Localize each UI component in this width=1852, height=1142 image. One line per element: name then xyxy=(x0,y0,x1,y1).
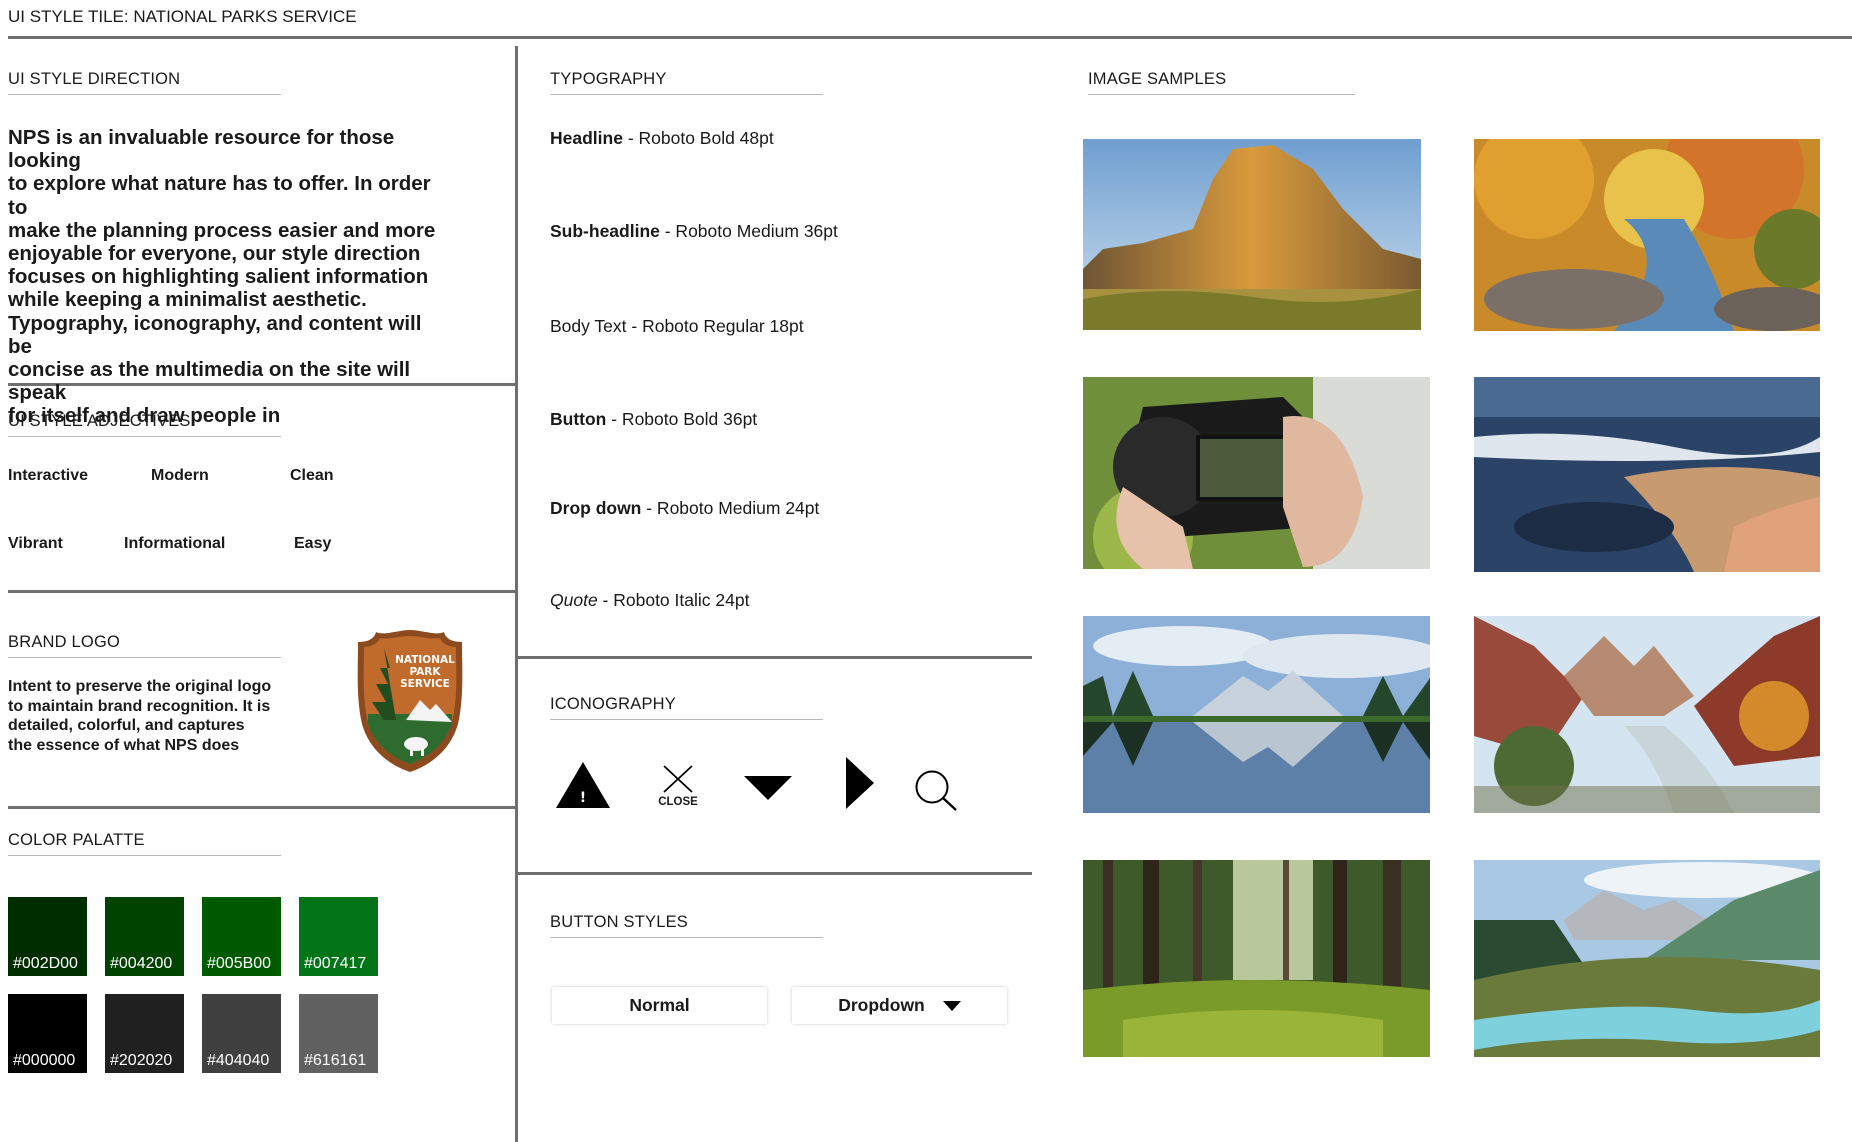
nps-arrowhead-logo: NATIONAL PARK SERVICE xyxy=(354,628,466,774)
direction-line: Typography, iconography, and content wil… xyxy=(8,311,422,358)
color-swatch-label: #000000 xyxy=(13,1052,76,1069)
adjective-vibrant: Vibrant xyxy=(8,535,63,552)
typo-name: Body Text xyxy=(550,316,627,336)
divider-iconography xyxy=(518,872,1032,875)
normal-button[interactable]: Normal xyxy=(552,987,767,1024)
color-swatch: #002D00 xyxy=(8,897,87,976)
typo-quote: Quote - Roboto Italic 24pt xyxy=(550,590,749,611)
image-rock-cliff xyxy=(1083,139,1421,330)
adjectives-heading: UI STYLE ADJECTIVES xyxy=(8,412,281,437)
color-swatch: #005B00 xyxy=(202,897,281,976)
typo-spec: - Roboto Italic 24pt xyxy=(597,590,750,610)
close-icon: CLOSE xyxy=(654,764,702,810)
brand-line: Intent to preserve the original logo xyxy=(8,678,272,695)
brand-heading: BRAND LOGO xyxy=(8,633,281,658)
color-swatch: #000000 xyxy=(8,994,87,1073)
top-divider xyxy=(8,36,1852,39)
image-autumn-stream xyxy=(1474,139,1820,331)
typo-subheadline: Sub-headline - Roboto Medium 36pt xyxy=(550,221,838,242)
brand-text: Intent to preserve the original logo to … xyxy=(8,677,278,755)
color-swatch-label: #007417 xyxy=(304,955,367,972)
direction-line: focuses on highlighting salient informat… xyxy=(8,265,429,289)
images-heading: IMAGE SAMPLES xyxy=(1088,70,1355,95)
dropdown-button[interactable]: Dropdown xyxy=(792,987,1007,1024)
logo-text-line: SERVICE xyxy=(400,678,450,690)
direction-line: NPS is an invaluable resource for those … xyxy=(8,126,395,173)
typo-name: Quote xyxy=(550,590,598,610)
typo-name: Sub-headline xyxy=(550,221,660,241)
vertical-divider-left xyxy=(515,46,518,1142)
typo-button: Button - Roboto Bold 36pt xyxy=(550,409,757,430)
direction-line: make the planning process easier and mor… xyxy=(8,218,436,242)
adjective-modern: Modern xyxy=(151,467,209,484)
brand-line: to maintain brand recognition. It is xyxy=(8,697,271,715)
direction-heading: UI STYLE DIRECTION xyxy=(8,70,281,95)
adjective-clean: Clean xyxy=(290,467,334,484)
typo-name: Button xyxy=(550,409,607,429)
divider-adjectives xyxy=(8,590,516,593)
page-title: UI STYLE TILE: NATIONAL PARKS SERVICE xyxy=(8,7,357,26)
palette-heading: COLOR PALATTE xyxy=(8,831,281,856)
divider-brand xyxy=(8,806,516,809)
typo-body: Body Text - Roboto Regular 18pt xyxy=(550,316,804,337)
dropdown-label: Dropdown xyxy=(838,995,925,1015)
logo-text-line: PARK xyxy=(409,666,441,678)
color-swatch: #007417 xyxy=(299,897,378,976)
adjective-informational: Informational xyxy=(124,535,226,552)
buttons-heading: BUTTON STYLES xyxy=(550,913,823,938)
color-swatch-label: #005B00 xyxy=(207,955,272,972)
direction-line: while keeping a minimalist aesthetic. xyxy=(8,288,367,312)
typo-spec: - Roboto Bold 48pt xyxy=(622,128,774,148)
warning-mark: ! xyxy=(580,790,586,806)
direction-line: enjoyable for everyone, our style direct… xyxy=(8,242,421,266)
color-swatch-label: #202020 xyxy=(110,1052,173,1069)
typo-name: Drop down xyxy=(550,498,642,518)
logo-text-line: NATIONAL xyxy=(395,654,455,666)
direction-line: to explore what nature has to offer. In … xyxy=(8,172,431,219)
typography-heading: TYPOGRAPHY xyxy=(550,70,823,95)
brand-line: detailed, colorful, and captures xyxy=(8,717,245,734)
typo-spec: - Roboto Bold 36pt xyxy=(606,409,758,429)
image-rocky-coast xyxy=(1474,377,1820,572)
warning-icon: ! xyxy=(554,760,612,810)
color-swatch-label: #002D00 xyxy=(13,955,78,972)
color-swatch-label: #404040 xyxy=(207,1052,270,1069)
search-icon xyxy=(912,768,958,812)
image-canyon-river xyxy=(1474,616,1820,813)
color-swatch: #404040 xyxy=(202,994,281,1073)
triangle-down-icon xyxy=(744,774,792,800)
typo-spec: - Roboto Medium 36pt xyxy=(659,221,838,241)
divider-typography xyxy=(518,656,1032,659)
image-forest xyxy=(1083,860,1430,1057)
typo-spec: - Roboto Medium 24pt xyxy=(641,498,820,518)
typo-name: Headline xyxy=(550,128,623,148)
direction-text: NPS is an invaluable resource for those … xyxy=(8,126,448,428)
color-swatch: #202020 xyxy=(105,994,184,1073)
iconography-heading: ICONOGRAPHY xyxy=(550,695,823,720)
color-swatch-label: #616161 xyxy=(304,1052,367,1069)
color-swatch: #616161 xyxy=(299,994,378,1073)
adjective-interactive: Interactive xyxy=(8,467,89,484)
triangle-right-icon xyxy=(844,757,874,809)
image-mountain-lake xyxy=(1083,616,1430,813)
typo-headline: Headline - Roboto Bold 48pt xyxy=(550,128,774,149)
brand-line: the essence of what NPS does xyxy=(8,736,240,754)
typo-dropdown: Drop down - Roboto Medium 24pt xyxy=(550,498,819,519)
close-label: CLOSE xyxy=(658,796,698,808)
adjective-easy: Easy xyxy=(294,535,332,552)
typo-spec: - Roboto Regular 18pt xyxy=(626,316,804,336)
direction-line: concise as the multimedia on the site wi… xyxy=(8,358,411,405)
image-mountain-river xyxy=(1474,860,1820,1057)
color-swatch-label: #004200 xyxy=(110,955,173,972)
color-swatch: #004200 xyxy=(105,897,184,976)
image-camera xyxy=(1083,377,1430,569)
dropdown-chevron-icon xyxy=(942,995,961,1016)
